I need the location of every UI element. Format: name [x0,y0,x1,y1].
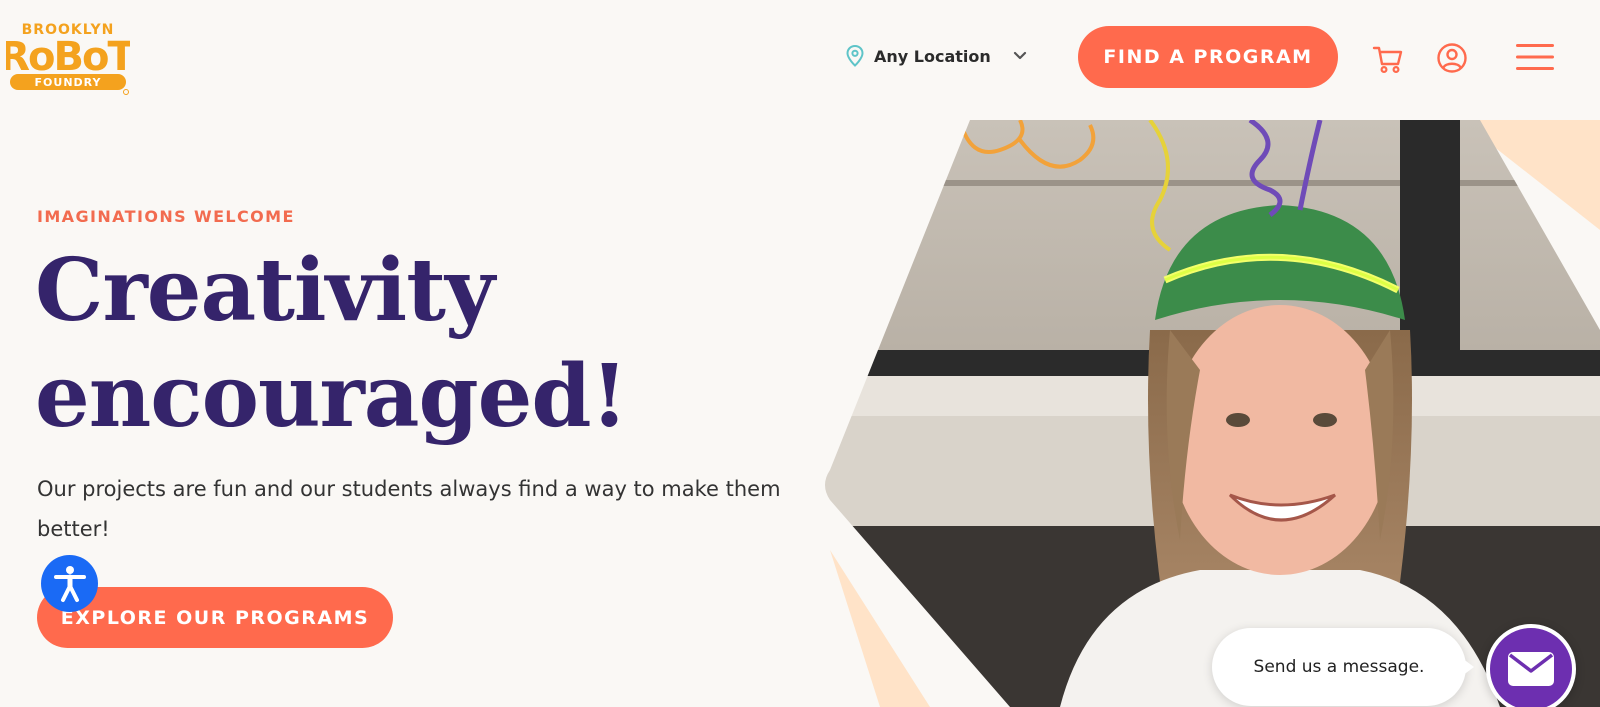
chat-message-button[interactable] [1486,624,1576,707]
location-selector[interactable]: Any Location [846,40,1027,72]
map-pin-icon [846,45,864,67]
brooklyn-robot-foundry-logo[interactable]: BROOKLYN RoBoT FOUNDRY [0,18,137,96]
hero-headline: Creativity encouraged! [35,238,755,450]
cart-icon[interactable] [1372,42,1404,74]
accessibility-button[interactable] [41,555,98,612]
headline-line-2: encouraged! [35,346,628,447]
location-label: Any Location [874,46,991,66]
hero-photo [820,120,1600,707]
chat-bubble-tail [1458,655,1474,679]
chat-prompt-bubble[interactable]: Send us a message. [1212,628,1466,706]
hamburger-menu-icon[interactable] [1516,43,1554,71]
find-a-program-button[interactable]: FIND A PROGRAM [1078,26,1338,88]
hero-description: Our projects are fun and our students al… [37,477,781,541]
accessibility-icon [53,565,86,602]
svg-text:FOUNDRY: FOUNDRY [35,76,102,89]
user-account-icon[interactable] [1436,42,1468,74]
hero-eyebrow: IMAGINATIONS WELCOME [37,207,295,226]
svg-text:RoBoT: RoBoT [6,34,130,80]
headline-line-1: Creativity [35,240,495,341]
chevron-down-icon [1013,51,1026,60]
envelope-icon [1508,652,1554,686]
